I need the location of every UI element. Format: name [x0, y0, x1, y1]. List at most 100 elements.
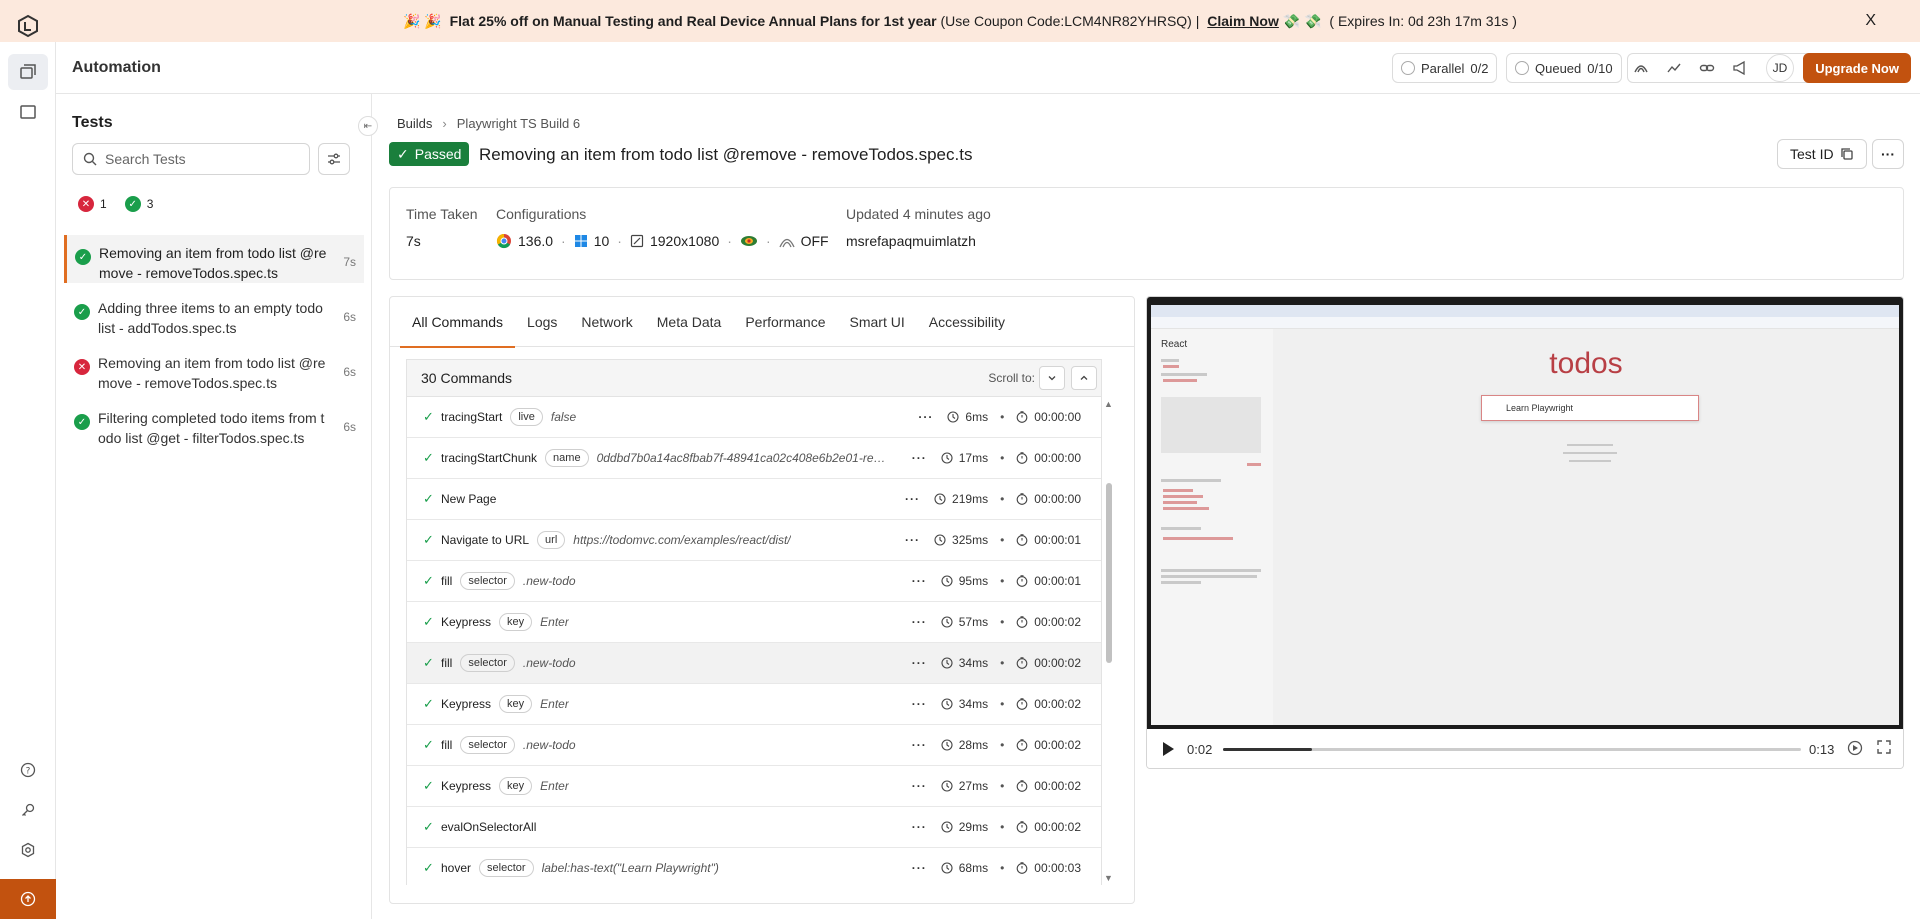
command-row[interactable]: ✓ fill selector .new-todo ··· 28ms • 00:00:02 [407, 725, 1101, 766]
command-row[interactable]: ✓ Keypress key Enter ··· 34ms • 00:00:02 [407, 684, 1101, 725]
video-progress-bar[interactable] [1223, 748, 1801, 751]
recorded-todo-input: Learn Playwright [1481, 395, 1699, 421]
more-icon[interactable]: ··· [905, 492, 920, 506]
test-list-item[interactable]: ✓ Adding three items to an empty todo li… [64, 290, 364, 338]
queued-circle-icon [1515, 61, 1529, 75]
command-row[interactable]: ✓ Navigate to URL url https://todomvc.com/e… [407, 520, 1101, 561]
test-duration: 7s [343, 255, 356, 269]
announcement-icon[interactable] [1727, 55, 1753, 81]
test-list-item[interactable]: ✓ Removing an item from todo list @remov… [64, 235, 364, 283]
separator-dot: · [765, 233, 771, 249]
command-duration: 57ms [958, 615, 989, 629]
command-row[interactable]: ✓ New Page ··· 219ms • 00:00:00 [407, 479, 1101, 520]
command-row[interactable]: ✓ tracingStart live false ··· 6ms • 00:00:00 [407, 397, 1101, 438]
separator-dot: • [1000, 615, 1005, 629]
more-options-button[interactable]: ··· [1872, 139, 1904, 169]
fullscreen-icon[interactable] [1877, 740, 1891, 754]
command-row[interactable]: ✓ hover selector label:has-text("Learn Play… [407, 848, 1101, 885]
tab-smart-ui[interactable]: Smart UI [838, 297, 917, 347]
test-name: Filtering completed todo items from todo… [98, 410, 325, 446]
more-icon[interactable]: ··· [912, 738, 927, 752]
check-icon: ✓ [397, 145, 409, 162]
queued-status[interactable]: Queued 0/10 [1506, 53, 1622, 83]
command-row[interactable]: ✓ fill selector .new-todo ··· 95ms • 00:00:01 [407, 561, 1101, 602]
scroll-to-label: Scroll to: [988, 371, 1035, 385]
more-icon[interactable]: ··· [918, 410, 933, 424]
command-row[interactable]: ✓ fill selector .new-todo ··· 34ms • 00:00:02 [407, 643, 1101, 684]
command-arg-value: 0ddbd7b0a14ac8fbab7f-48941ca02c408e6b2e0… [596, 451, 887, 465]
tab-all-commands[interactable]: All Commands [400, 297, 516, 348]
parallel-status[interactable]: Parallel 0/2 [1392, 53, 1498, 83]
command-row[interactable]: ✓ evalOnSelectorAll ··· 29ms • 00:00:02 [407, 807, 1101, 848]
separator-dot: · [561, 233, 566, 249]
more-icon[interactable]: ··· [912, 779, 927, 793]
command-name: fill [441, 574, 453, 588]
command-meta: ··· 325ms • 00:00:01 [905, 533, 1081, 547]
command-row[interactable]: ✓ Keypress key Enter ··· 57ms • 00:00:02 [407, 602, 1101, 643]
tab-meta-data[interactable]: Meta Data [645, 297, 734, 347]
scroll-down-button[interactable] [1039, 366, 1065, 390]
more-icon[interactable]: ··· [912, 820, 927, 834]
scroll-up-arrow-icon[interactable]: ▲ [1104, 399, 1113, 409]
command-arg-tag: key [499, 695, 533, 713]
tunnel-status-icon [779, 238, 795, 248]
time-taken-label: Time Taken [406, 206, 478, 222]
separator-dot: · [617, 233, 622, 249]
settings-icon[interactable] [8, 832, 48, 868]
help-icon[interactable]: ? [8, 752, 48, 788]
video-frame[interactable]: React todos Learn Playwright [1147, 297, 1903, 729]
failed-count[interactable]: 1 [100, 197, 107, 211]
clock-icon [941, 657, 953, 669]
check-icon: ✓ [423, 778, 434, 793]
more-icon[interactable]: ··· [905, 533, 920, 547]
command-meta: ··· 34ms • 00:00:02 [912, 697, 1081, 711]
search-tests-input[interactable] [105, 151, 295, 167]
link-icon[interactable] [1694, 55, 1720, 81]
command-row[interactable]: ✓ Keypress key Enter ··· 27ms • 00:00:02 [407, 766, 1101, 807]
scroll-down-arrow-icon[interactable]: ▼ [1104, 873, 1113, 883]
command-meta: ··· 219ms • 00:00:00 [905, 492, 1081, 506]
lambdatest-logo-icon[interactable] [16, 14, 40, 38]
collapse-panel-icon[interactable]: ⇤ [358, 116, 378, 136]
more-icon[interactable]: ··· [912, 861, 927, 875]
more-icon[interactable]: ··· [912, 451, 927, 465]
test-list-item[interactable]: ✓ Filtering completed todo items from to… [64, 400, 364, 448]
resolution: 1920x1080 [649, 233, 720, 249]
automation-nav-icon[interactable] [8, 54, 48, 90]
scroll-up-button[interactable] [1071, 366, 1097, 390]
claim-now-link[interactable]: Claim Now [1207, 13, 1279, 29]
test-id-button[interactable]: Test ID [1777, 139, 1867, 169]
commands-scrollbar[interactable]: ▲ ▼ [1102, 397, 1116, 885]
tunnel-icon[interactable] [1628, 55, 1654, 81]
playback-speed-icon[interactable] [1847, 740, 1863, 756]
video-duration: 0:13 [1809, 742, 1835, 757]
more-icon[interactable]: ··· [912, 656, 927, 670]
tab-logs[interactable]: Logs [515, 297, 569, 347]
filter-button[interactable] [318, 143, 350, 175]
upgrade-rail-icon[interactable] [0, 879, 56, 919]
chevron-right-icon: › [442, 116, 447, 131]
play-icon[interactable] [1161, 741, 1175, 757]
more-icon[interactable]: ··· [912, 615, 927, 629]
more-icon[interactable]: ··· [912, 697, 927, 711]
scrollbar-thumb[interactable] [1106, 483, 1112, 663]
analytics-icon[interactable] [1661, 55, 1687, 81]
passed-count[interactable]: 3 [147, 197, 154, 211]
key-icon[interactable] [8, 792, 48, 828]
test-list-item[interactable]: ✕ Removing an item from todo list @remov… [64, 345, 364, 393]
command-row[interactable]: ✓ tracingStartChunk name 0ddbd7b0a14ac8fbab… [407, 438, 1101, 479]
more-icon[interactable]: ··· [912, 574, 927, 588]
clock-icon [947, 411, 959, 423]
banner-coupon-text: (Use Coupon Code:LCM4NR82YHRSQ) | [940, 13, 1200, 29]
user-avatar[interactable]: JD [1766, 54, 1794, 82]
breadcrumb-builds-link[interactable]: Builds [397, 116, 432, 131]
command-timestamp: 00:00:00 [1034, 492, 1081, 506]
tab-network[interactable]: Network [569, 297, 644, 347]
panel-nav-icon[interactable] [8, 94, 48, 130]
tab-performance[interactable]: Performance [733, 297, 837, 347]
command-arg-tag: selector [460, 654, 515, 672]
banner-close-button[interactable]: X [1865, 12, 1876, 30]
upgrade-now-button[interactable]: Upgrade Now [1803, 53, 1911, 83]
command-meta: ··· 27ms • 00:00:02 [912, 779, 1081, 793]
tab-accessibility[interactable]: Accessibility [917, 297, 1017, 347]
